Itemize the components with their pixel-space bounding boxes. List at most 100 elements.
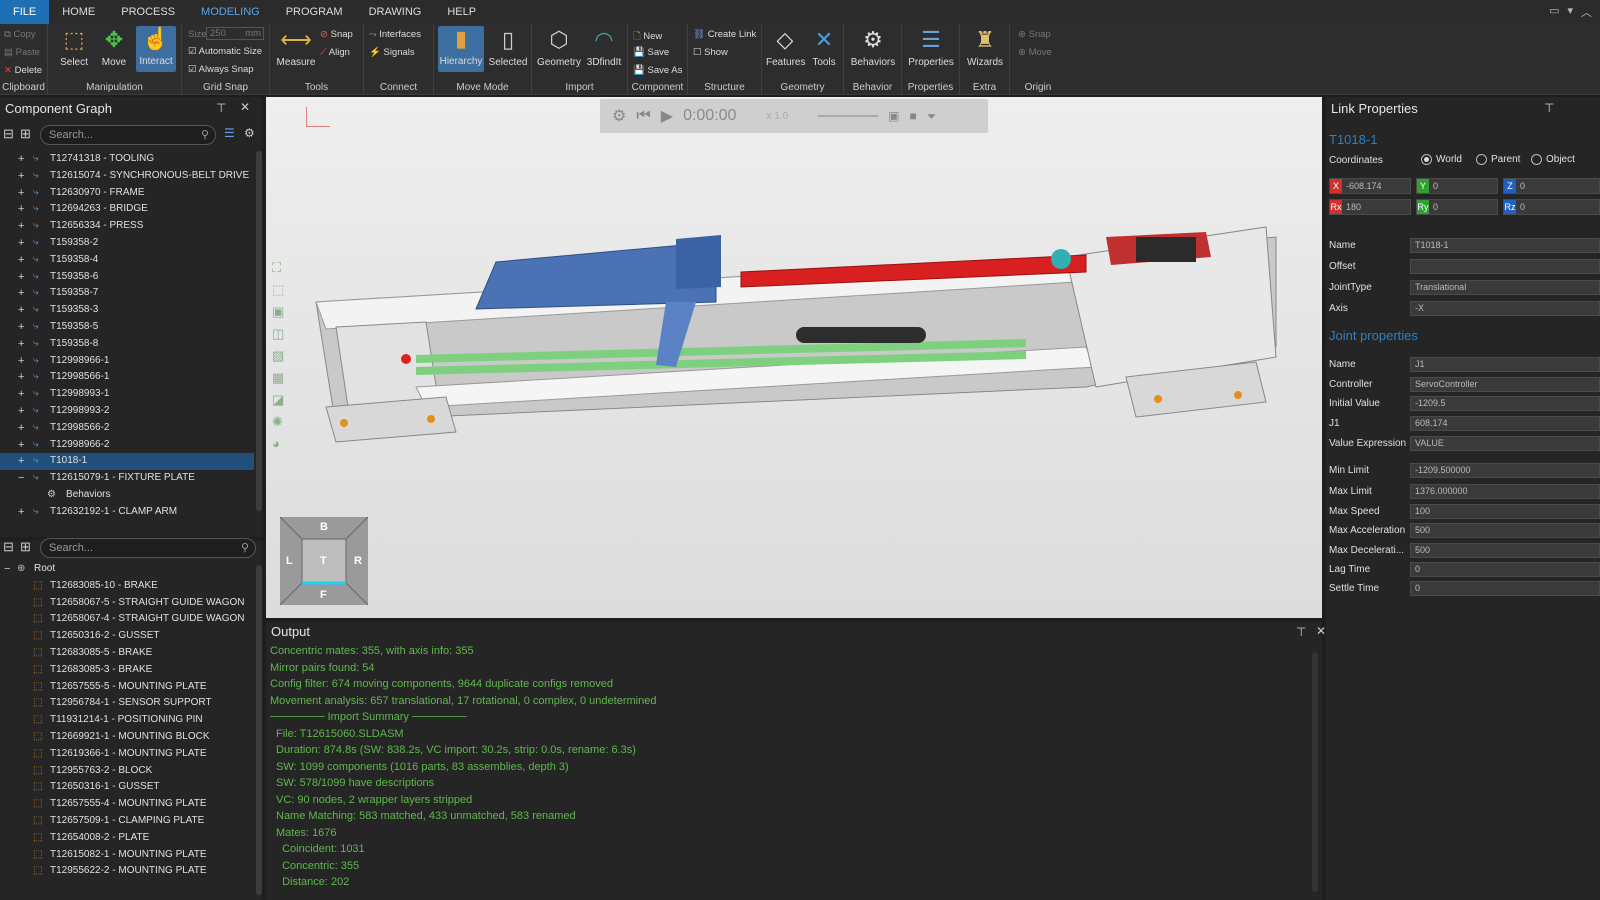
tree-item[interactable]: + ⤷ T1018-1 [0,453,254,471]
collapse-all-icon[interactable]: ⊟ [3,126,14,142]
menu-help[interactable]: HELP [434,0,489,24]
close-icon[interactable]: ✕ [240,100,250,114]
expand-all-icon[interactable]: ⊞ [20,126,31,142]
menu-program[interactable]: PROGRAM [273,0,356,24]
menu-home[interactable]: HOME [49,0,108,24]
expand-icon[interactable]: + [18,386,24,403]
property-value-field[interactable]: 608.174 [1410,416,1600,431]
geometry-import-button[interactable]: ⬡ Geometry [536,27,582,68]
tree-item[interactable]: ⬚ T12657555-5 - MOUNTING PLATE [0,679,254,696]
menu-drawing[interactable]: DRAWING [356,0,435,24]
signals-button[interactable]: ⚡ Signals [369,47,415,58]
expand-icon[interactable]: + [18,353,24,370]
tree-root[interactable]: − ⊕ Root [0,561,254,578]
property-value-field[interactable]: -1209.500000 [1410,463,1600,478]
interact-button[interactable]: ☝ Interact [136,26,176,72]
tree-item[interactable]: ⚙ Behaviors [0,487,254,504]
tree-item[interactable]: ⬚ T12657509-1 - CLAMPING PLATE [0,813,254,830]
expand-icon[interactable]: + [18,319,24,336]
cube-face-top[interactable]: B [320,521,328,533]
property-value-field[interactable]: 500 [1410,543,1600,558]
tree-item[interactable]: ⬚ T12956784-1 - SENSOR SUPPORT [0,695,254,712]
ry-field[interactable]: Ry 0 [1416,199,1498,215]
expand-icon[interactable]: + [18,218,24,235]
expand-icon[interactable]: + [18,235,24,252]
tree-item[interactable]: + ⤷ T159358-4 [0,252,254,269]
layout-icon[interactable]: ▭ [1549,4,1559,20]
expand-icon[interactable]: + [18,420,24,437]
tree-item[interactable]: ⬚ T12615082-1 - MOUNTING PLATE [0,847,254,864]
expand-icon[interactable]: + [18,336,24,353]
tree-item[interactable]: ⬚ T12650316-2 - GUSSET [0,628,254,645]
tree-item[interactable]: ⬚ T12658067-5 - STRAIGHT GUIDE WAGON [0,595,254,612]
coord-world-radio[interactable]: World [1421,154,1462,165]
hierarchy-button[interactable]: ▮ Hierarchy [438,26,484,72]
parts-tree-scrollbar[interactable] [256,565,262,895]
origin-snap-button[interactable]: ⊕ Snap [1018,29,1051,40]
tree-item[interactable]: + ⤷ T159358-2 [0,235,254,252]
cube-face-center[interactable]: T [320,555,327,567]
measure-button[interactable]: ⟷ Measure [274,27,318,68]
tree-item[interactable]: ⬚ T12955763-2 - BLOCK [0,763,254,780]
tree-item[interactable]: + ⤷ T12656334 - PRESS [0,218,254,235]
menu-process[interactable]: PROCESS [108,0,188,24]
wizards-button[interactable]: ♜ Wizards [964,27,1006,68]
property-value-field[interactable]: VALUE [1410,436,1600,451]
cube-face-right[interactable]: R [354,555,362,567]
property-value-field[interactable]: 0 [1410,562,1600,577]
tree-item[interactable]: + ⤷ T159358-6 [0,269,254,286]
collapse-all-icon[interactable]: ⊟ [3,539,14,555]
copy-button[interactable]: ⧉ Copy [4,29,36,40]
property-value-field[interactable]: 0 [1410,581,1600,596]
expand-icon[interactable]: + [18,369,24,386]
rx-field[interactable]: Rx 180 [1329,199,1411,215]
tree-item[interactable]: + ⤷ T12694263 - BRIDGE [0,201,254,218]
automatic-size-checkbox[interactable]: ☑ Automatic Size [188,46,262,57]
new-component-button[interactable]: 🗋 New [633,29,662,45]
expand-icon[interactable]: + [18,185,24,202]
expand-icon[interactable]: + [18,269,24,286]
tree-item[interactable]: + ⤷ T159358-8 [0,336,254,353]
close-icon[interactable]: ✕ [1316,624,1326,638]
tree-item[interactable]: ⬚ T12683085-5 - BRAKE [0,645,254,662]
show-checkbox[interactable]: ☐ Show [693,47,728,58]
features-button[interactable]: ◇ Features [766,27,805,68]
property-value-field[interactable]: T1018-1 [1410,238,1600,253]
expand-icon[interactable]: + [18,252,24,269]
3d-viewport[interactable]: ⚙ ⏮ ▶ 0:00:00 x 1.0 ▣ ■ ⏷ ⛶ ⬚ ▣ ◫ ▨ ▦ ◪ … [266,97,1322,618]
property-value-field[interactable]: ServoController [1410,377,1600,392]
expand-all-icon[interactable]: ⊞ [20,539,31,555]
tree-item[interactable]: + ⤷ T12998966-2 [0,437,254,454]
property-value-field[interactable]: Translational [1410,280,1600,295]
filter-icon[interactable]: ☰ [224,126,235,140]
layout-dropdown-icon[interactable]: ▾ [1567,4,1573,20]
create-link-button[interactable]: ⛓ Create Link [693,29,756,40]
properties-button[interactable]: ☰ Properties [904,27,958,68]
tree-item[interactable]: ⬚ T12955622-2 - MOUNTING PLATE [0,863,254,880]
coord-parent-radio[interactable]: Parent [1476,154,1520,165]
expand-icon[interactable]: + [18,453,24,470]
tree-item[interactable]: + ⤷ T12615074 - SYNCHRONOUS-BELT DRIVE [0,168,254,185]
origin-move-button[interactable]: ⊕ Move [1018,47,1052,58]
expand-icon[interactable]: + [18,151,24,168]
z-field[interactable]: Z0 [1503,178,1600,194]
tree-item[interactable]: ⬚ T12619366-1 - MOUNTING PLATE [0,746,254,763]
tree-item[interactable]: ⬚ T12650316-1 - GUSSET [0,779,254,796]
tree-item[interactable]: ⬚ T12657555-4 - MOUNTING PLATE [0,796,254,813]
rz-field[interactable]: Rz 0 [1503,199,1600,215]
x-field[interactable]: X -608.174 [1329,178,1411,194]
property-value-field[interactable]: J1 [1410,357,1600,372]
expand-icon[interactable]: + [18,437,24,454]
expand-icon[interactable]: + [18,302,24,319]
y-field[interactable]: Y0 [1416,178,1498,194]
save-button[interactable]: 💾 Save [633,47,669,58]
tree-item[interactable]: ⬚ T12669921-1 - MOUNTING BLOCK [0,729,254,746]
3dfindit-button[interactable]: ◠ 3DfindIt [582,27,626,68]
move-button[interactable]: ✥ Move [96,27,132,68]
machine-model[interactable] [266,97,1322,618]
tree-item[interactable]: ⬚ T12683085-10 - BRAKE [0,578,254,595]
pin-icon[interactable]: ⊤ [216,101,226,115]
property-value-field[interactable] [1410,259,1600,274]
align-button[interactable]: ⟋ Align [320,47,350,58]
property-value-field[interactable]: 100 [1410,504,1600,519]
